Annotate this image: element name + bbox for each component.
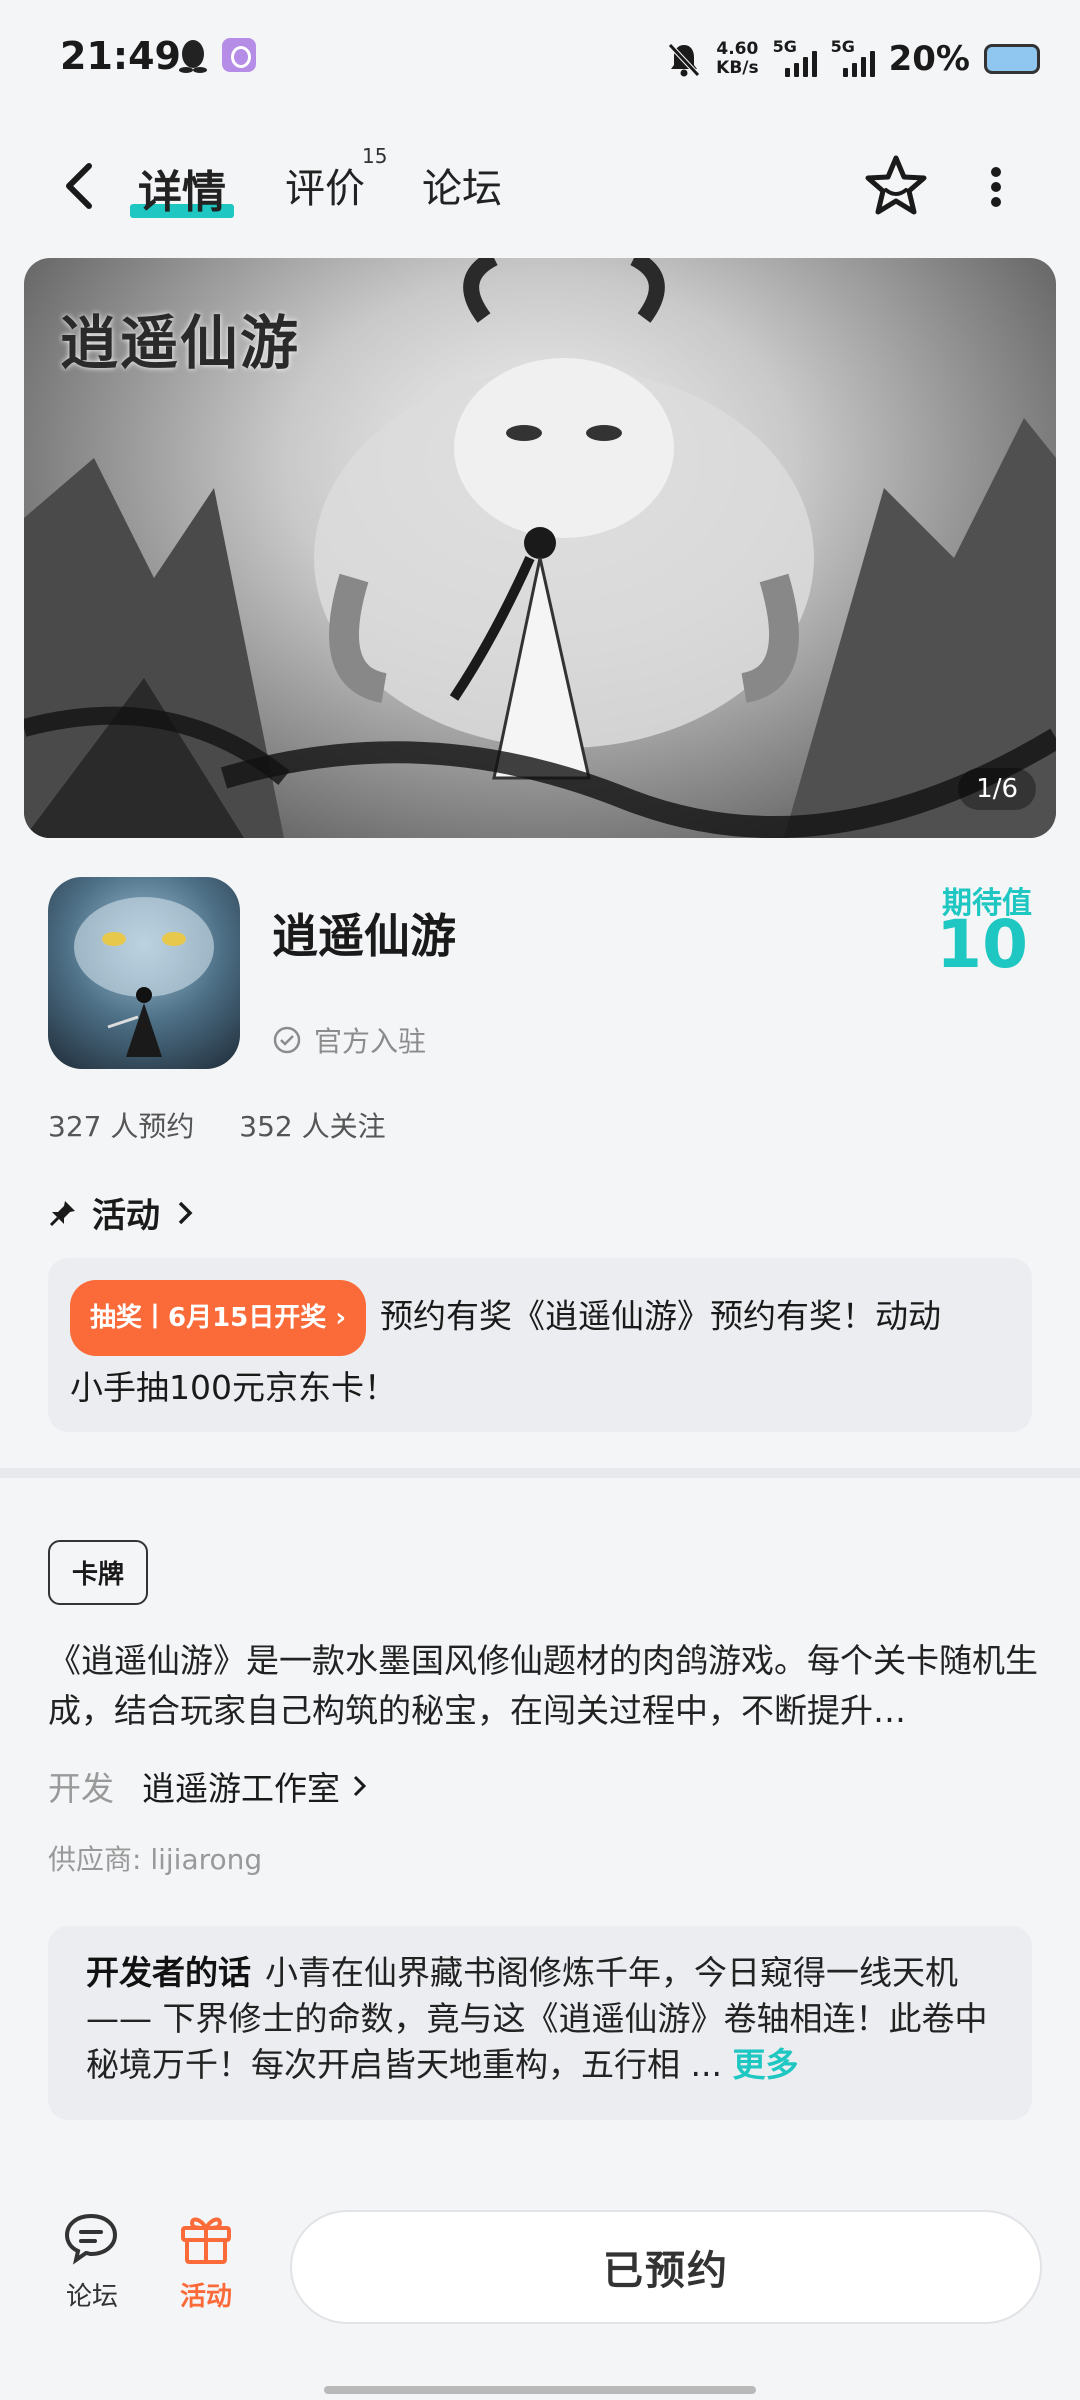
section-divider <box>0 1468 1080 1478</box>
back-icon[interactable] <box>55 158 105 214</box>
mute-bell-icon <box>668 43 700 77</box>
tab-detail[interactable]: 详情 <box>130 156 234 220</box>
chevron-right-icon <box>178 1201 193 1224</box>
gift-icon <box>181 2217 231 2264</box>
tab-forum-label: 论坛 <box>422 166 502 212</box>
signal-sim2: 5G <box>831 37 875 77</box>
game-stats: 327 人预约 352 人关注 <box>48 1105 386 1145</box>
banner-logo: 逍遥仙游 <box>60 309 301 377</box>
battery-text: 20% <box>888 39 970 79</box>
activity-text-line1: 预约有奖《逍遥仙游》预约有奖！动动 <box>380 1296 942 1336</box>
game-icon-art <box>74 897 214 1057</box>
battery-icon <box>984 44 1040 74</box>
home-indicator[interactable] <box>324 2386 756 2394</box>
activity-heading: 活动 <box>92 1196 160 1236</box>
star-icon[interactable] <box>862 152 930 220</box>
official-badge: 官方入驻 <box>272 1020 426 1060</box>
app-notification-icon <box>222 38 256 72</box>
developer-name: 逍遥游工作室 <box>142 1769 340 1808</box>
status-right: 4.60 KB/s 5G 5G 20% <box>666 34 1040 84</box>
bottom-activity-button[interactable]: 活动 <box>156 2210 256 2313</box>
chevron-right-icon <box>353 1775 367 1797</box>
lottery-tag[interactable]: 抽奖丨6月15日开奖 › <box>70 1280 367 1356</box>
bottom-forum-button[interactable]: 论坛 <box>42 2210 142 2313</box>
net-speed: 4.60 KB/s <box>716 40 758 78</box>
status-time: 21:49 <box>60 34 181 78</box>
activity-text-line2: 小手抽100元京东卡！ <box>70 1368 397 1407</box>
check-circle-icon <box>273 1026 301 1054</box>
game-description[interactable]: 《逍遥仙游》是一款水墨国风修仙题材的肉鸽游戏。每个关卡随机生成，结合玩家自己构筑… <box>48 1636 1038 1736</box>
signal-sim1: 5G <box>773 37 817 77</box>
developer-label: 开发 <box>48 1769 114 1808</box>
sim1-label: 5G <box>772 37 797 56</box>
developer-words-label: 开发者的话 <box>86 1953 251 1992</box>
reserved-button[interactable]: 已预约 <box>290 2210 1042 2324</box>
bottom-activity-label: 活动 <box>179 2282 232 2312</box>
supplier-info: 供应商: lijiarong <box>48 1843 263 1876</box>
review-count-badge: 15 <box>362 144 388 168</box>
status-bar: 21:49 4.60 KB/s 5G 5G 20% <box>0 0 1080 115</box>
activity-header[interactable]: 活动 <box>48 1188 196 1237</box>
developer-words-card[interactable]: 开发者的话 小青在仙界藏书阁修炼千年，今日窥得一线天机 —— 下界修士的命数，竟与… <box>48 1926 1032 2120</box>
bottom-bar: 论坛 活动 已预约 <box>0 2180 1080 2400</box>
developer-row[interactable]: 开发 逍遥游工作室 <box>48 1762 370 1810</box>
tab-forum[interactable]: 论坛 <box>422 156 502 214</box>
top-nav: 详情 评价 15 论坛 <box>0 130 1080 240</box>
pin-icon <box>49 1200 75 1226</box>
bottom-forum-label: 论坛 <box>65 2282 118 2312</box>
follower-count: 352 人关注 <box>239 1110 386 1143</box>
tab-review-label: 评价 <box>285 166 365 212</box>
game-app-icon <box>48 877 240 1069</box>
more-icon[interactable] <box>988 162 1004 212</box>
banner-carousel[interactable]: 逍遥仙游 1/6 <box>24 258 1056 838</box>
banner-pager: 1/6 <box>958 768 1036 810</box>
chat-bubble-icon <box>64 2213 118 2265</box>
genre-tag[interactable]: 卡牌 <box>48 1540 149 1605</box>
activity-card[interactable]: 抽奖丨6月15日开奖 › 预约有奖《逍遥仙游》预约有奖！动动 小手抽100元京东卡… <box>48 1258 1032 1432</box>
net-speed-value: 4.60 <box>716 39 759 59</box>
tab-review[interactable]: 评价 <box>285 156 365 214</box>
expect-value: 10 <box>936 906 1028 983</box>
net-speed-unit: KB/s <box>716 58 759 78</box>
activity-text: 抽奖丨6月15日开奖 › 预约有奖《逍遥仙游》预约有奖！动动 小手抽100元京东卡… <box>70 1280 1010 1420</box>
reservation-count: 327 人预约 <box>48 1110 195 1143</box>
official-label: 官方入驻 <box>314 1025 427 1058</box>
sim2-label: 5G <box>830 37 855 56</box>
game-title: 逍遥仙游 <box>272 909 456 963</box>
qq-icon <box>179 40 207 73</box>
more-link[interactable]: 更多 <box>732 2045 798 2084</box>
tab-detail-label: 详情 <box>138 167 226 218</box>
